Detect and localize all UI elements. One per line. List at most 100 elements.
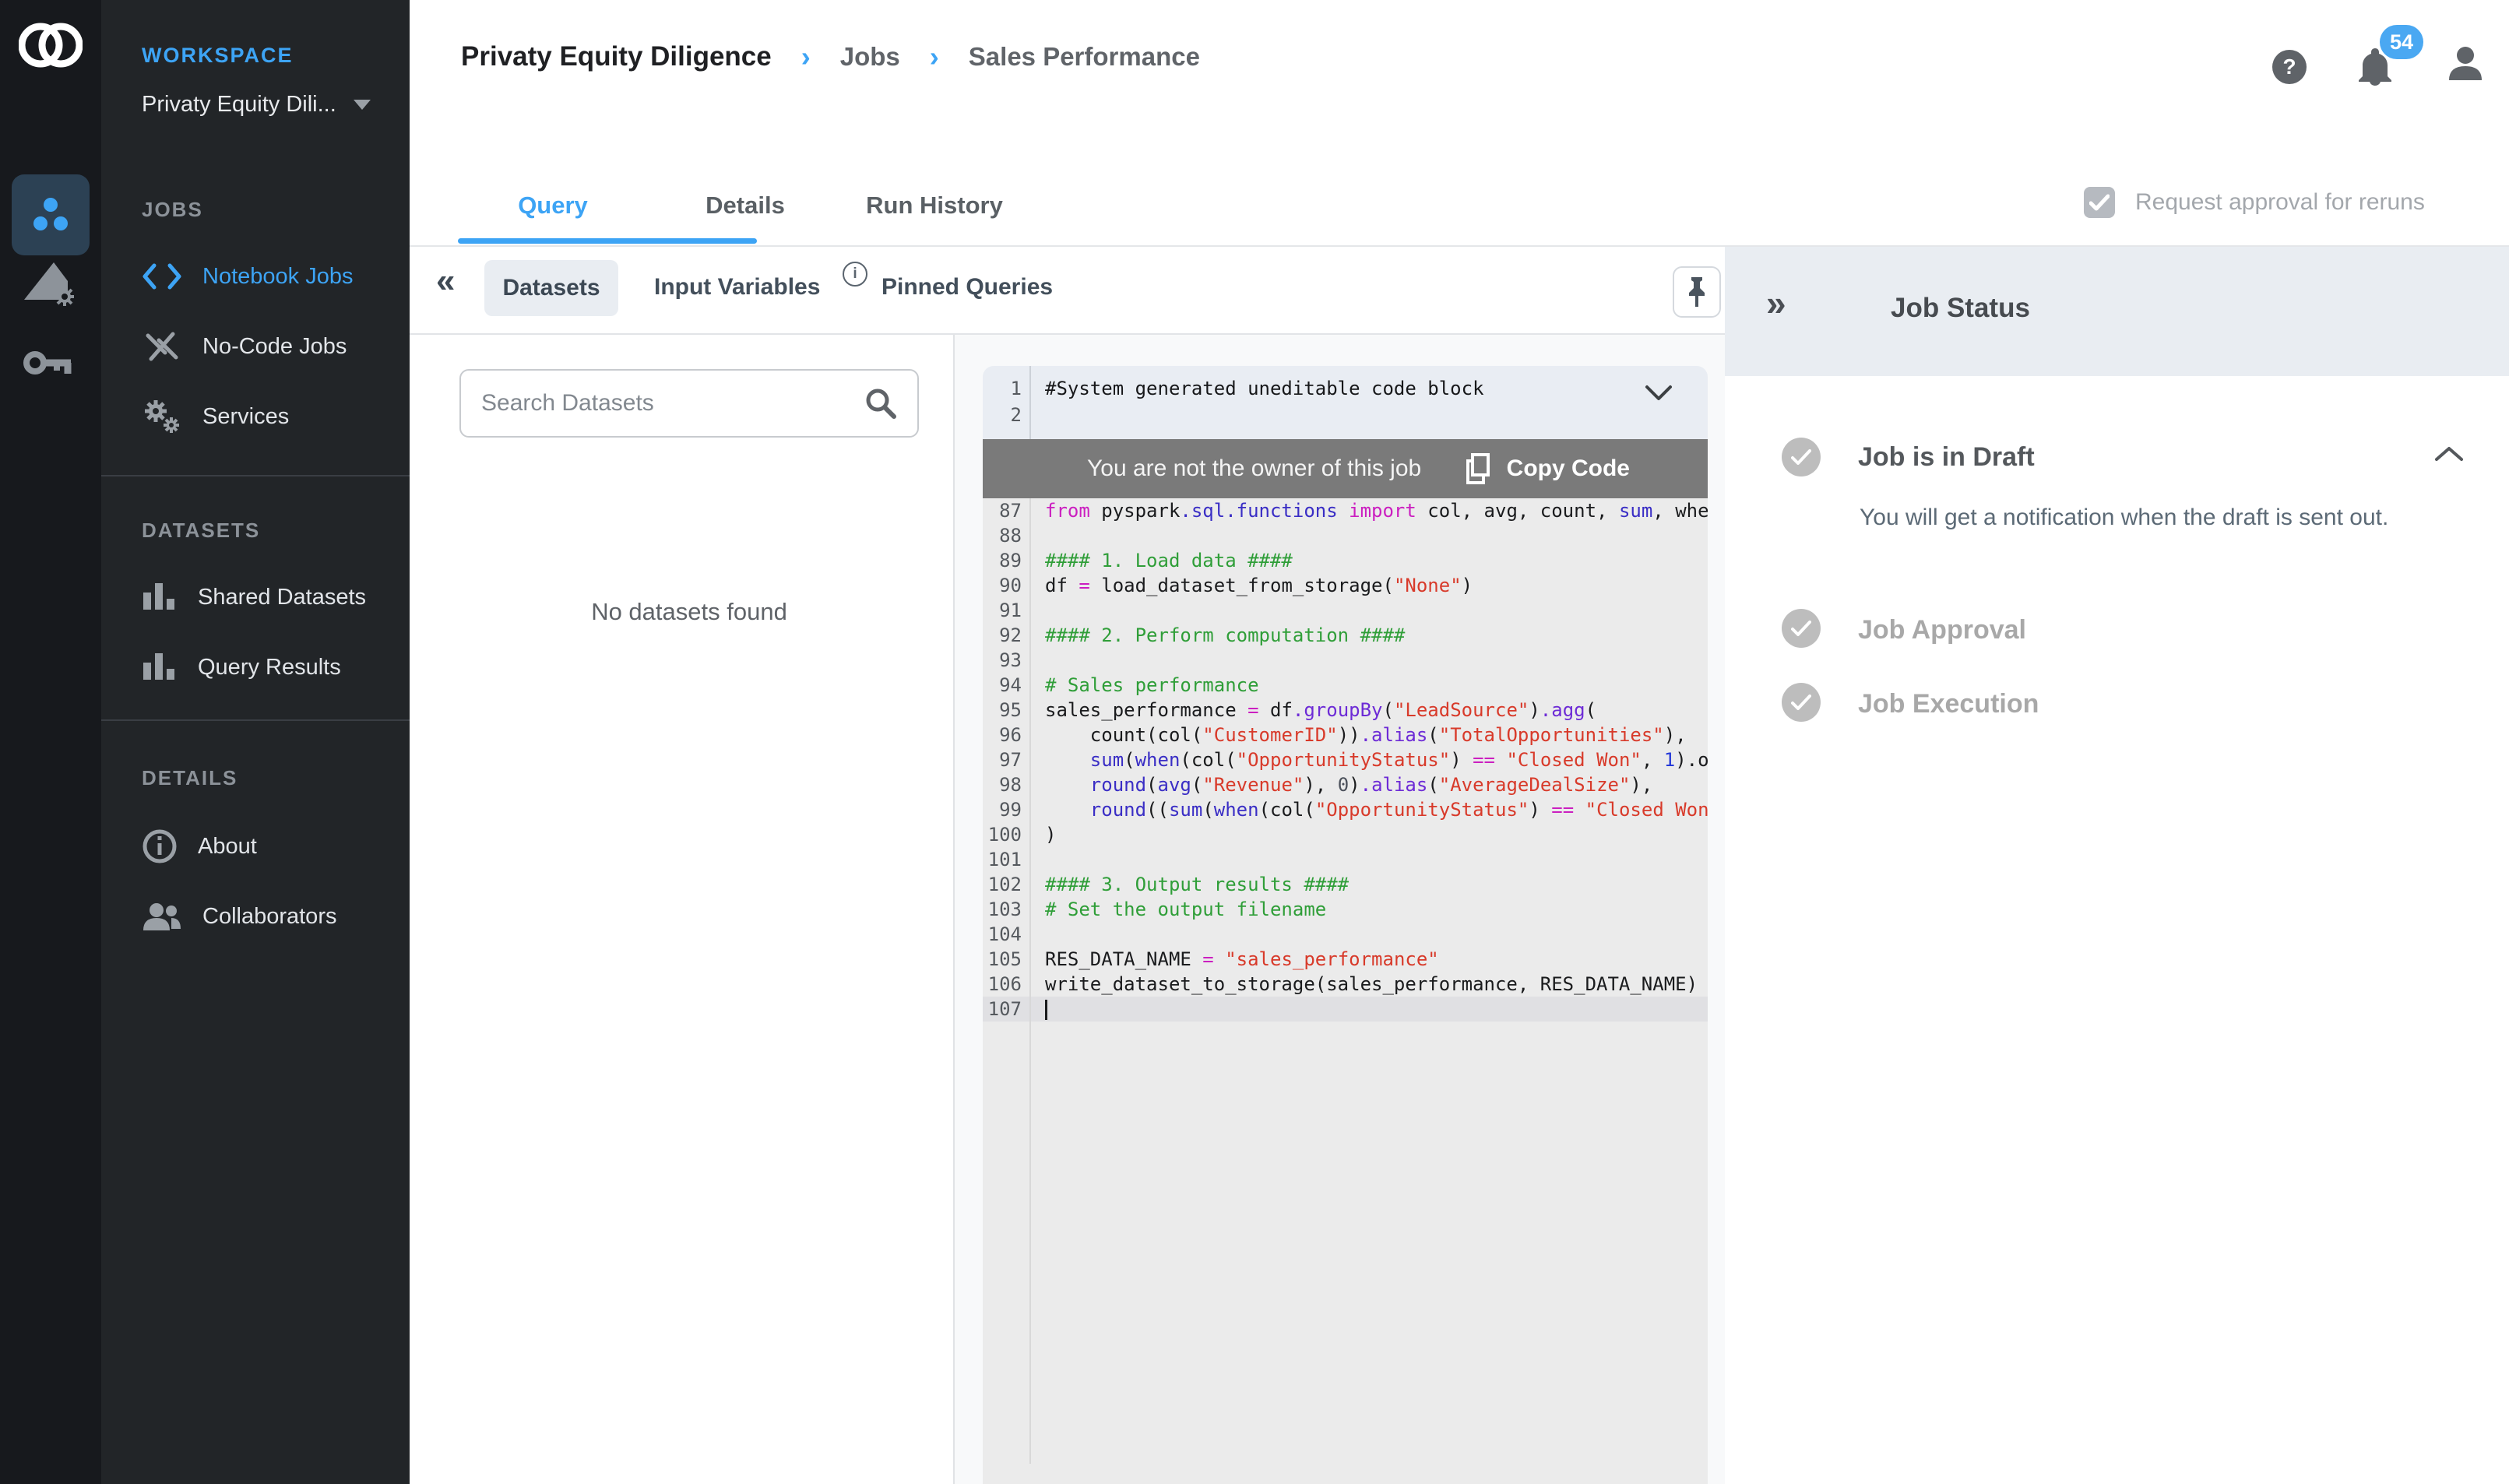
gutter-separator <box>1029 366 1031 439</box>
code-line[interactable]: 98 round(avg("Revenue"), 0).alias("Avera… <box>983 772 1708 797</box>
app-logo[interactable] <box>19 17 83 73</box>
rail-item-access-keys[interactable] <box>22 339 78 386</box>
code-line[interactable]: 91 <box>983 598 1708 623</box>
sidebar-item-collaborators[interactable]: Collaborators <box>142 894 399 939</box>
tab-details[interactable]: Details <box>683 192 808 220</box>
job-status-title: Job Status <box>1891 293 2030 324</box>
app-window: WORKSPACE Privaty Equity Dili... JOBS No… <box>0 0 2509 1484</box>
code-line[interactable]: 107 <box>983 997 1708 1022</box>
step-label-draft[interactable]: Job is in Draft <box>1858 442 2035 473</box>
text-cursor <box>1045 1000 1047 1020</box>
sidebar-item-services[interactable]: Services <box>142 394 399 439</box>
collapse-panel-button[interactable]: « <box>436 262 455 301</box>
breadcrumb-project[interactable]: Privaty Equity Diligence <box>461 41 772 72</box>
help-button[interactable]: ? <box>2271 48 2308 90</box>
code-line[interactable]: 99 round((sum(when(col("OpportunityStatu… <box>983 797 1708 822</box>
sidebar: WORKSPACE Privaty Equity Dili... JOBS No… <box>101 0 410 1484</box>
search-icon[interactable] <box>864 387 897 420</box>
breadcrumb-separator-icon: › <box>801 40 811 73</box>
chevron-down-icon <box>354 100 371 110</box>
breadcrumb-current: Sales Performance <box>969 42 1200 72</box>
code-editor[interactable]: 87from pyspark.sql.functions import col,… <box>983 498 1708 1484</box>
subnav-item-datasets[interactable]: Datasets <box>484 260 618 316</box>
step-label-execution[interactable]: Job Execution <box>1858 689 2039 719</box>
subnav-item-label: Datasets <box>502 275 600 301</box>
bar-chart-icon <box>142 652 178 683</box>
person-icon <box>2445 44 2486 84</box>
sidebar-item-label: Shared Datasets <box>198 585 366 610</box>
section-label-jobs: JOBS <box>142 198 203 222</box>
banner-message: You are not the owner of this job <box>1087 455 1421 482</box>
code-line[interactable]: 103# Set the output filename <box>983 897 1708 922</box>
search-input[interactable]: Search Datasets <box>459 369 919 438</box>
tab-query[interactable]: Query <box>491 192 615 220</box>
account-button[interactable] <box>2445 44 2486 88</box>
rail-item-analytics[interactable] <box>22 258 78 310</box>
system-code-line: 1#System generated uneditable code block <box>983 375 1708 402</box>
sidebar-item-label: About <box>198 834 257 860</box>
code-line[interactable]: 92#### 2. Perform computation #### <box>983 623 1708 648</box>
icon-rail <box>0 0 101 1484</box>
info-icon <box>142 828 178 864</box>
workspace-selector[interactable]: Privaty Equity Dili... <box>142 92 399 118</box>
expand-system-block-button[interactable] <box>1645 385 1673 406</box>
code-line[interactable]: 94# Sales performance <box>983 673 1708 698</box>
step-circle-execution <box>1782 683 1821 722</box>
sidebar-item-no-code-jobs[interactable]: No-Code Jobs <box>142 324 399 369</box>
sidebar-item-notebook-jobs[interactable]: Notebook Jobs <box>142 254 399 299</box>
analytics-mountain-gear-icon <box>23 259 77 309</box>
key-icon <box>23 341 77 385</box>
code-line[interactable]: 88 <box>983 523 1708 548</box>
pin-panel-button[interactable] <box>1673 266 1721 318</box>
people-icon <box>142 901 182 932</box>
sidebar-item-shared-datasets[interactable]: Shared Datasets <box>142 575 399 620</box>
code-line[interactable]: 100) <box>983 822 1708 847</box>
notification-badge: 54 <box>2380 25 2423 59</box>
empty-state-message: No datasets found <box>459 598 919 626</box>
step-description-draft: You will get a notification when the dra… <box>1860 505 2483 531</box>
sidebar-item-label: Services <box>202 404 289 430</box>
subnav-item-input-variables[interactable]: Input Variables <box>654 274 820 301</box>
breadcrumb-jobs[interactable]: Jobs <box>840 42 900 72</box>
sidebar-item-query-results[interactable]: Query Results <box>142 645 399 690</box>
sidebar-item-about[interactable]: About <box>142 824 399 869</box>
svg-text:?: ? <box>2282 55 2296 79</box>
help-icon: ? <box>2271 48 2308 86</box>
interlocked-circles-icon <box>19 17 83 73</box>
request-approval-toggle[interactable]: Request approval for reruns <box>2084 187 2425 218</box>
sidebar-divider <box>101 719 410 721</box>
system-code-block[interactable]: 1#System generated uneditable code block… <box>983 366 1708 439</box>
code-line[interactable]: 102#### 3. Output results #### <box>983 872 1708 897</box>
code-line[interactable]: 90df = load_dataset_from_storage("None") <box>983 573 1708 598</box>
sidebar-item-label: Collaborators <box>202 904 336 930</box>
subnav-item-pinned-queries[interactable]: Pinned Queries <box>881 274 1053 301</box>
copy-code-button[interactable]: Copy Code <box>1465 453 1630 484</box>
search-placeholder: Search Datasets <box>481 390 654 417</box>
chevron-up-icon[interactable] <box>2434 445 2464 466</box>
code-line[interactable]: 97 sum(when(col("OpportunityStatus") == … <box>983 747 1708 772</box>
gutter-separator <box>1029 498 1031 1464</box>
checkbox-checked-icon[interactable] <box>2084 187 2115 218</box>
code-line[interactable]: 87from pyspark.sql.functions import col,… <box>983 498 1708 523</box>
code-line[interactable]: 106write_dataset_to_storage(sales_perfor… <box>983 972 1708 997</box>
code-line[interactable]: 95sales_performance = df.groupBy("LeadSo… <box>983 698 1708 723</box>
code-line[interactable]: 93 <box>983 648 1708 673</box>
section-label-details: DETAILS <box>142 766 238 790</box>
code-line[interactable]: 101 <box>983 847 1708 872</box>
code-line[interactable]: 89#### 1. Load data #### <box>983 548 1708 573</box>
pushpin-icon <box>1684 276 1710 308</box>
rail-item-jobs-active[interactable] <box>12 174 90 255</box>
bar-chart-icon <box>142 582 178 613</box>
code-line[interactable]: 105RES_DATA_NAME = "sales_performance" <box>983 947 1708 972</box>
copy-icon <box>1465 453 1491 484</box>
sidebar-item-label: Notebook Jobs <box>202 264 353 290</box>
code-line[interactable]: 96 count(col("CustomerID")).alias("Total… <box>983 723 1708 747</box>
step-circle-draft <box>1782 438 1821 476</box>
workspace-name: Privaty Equity Dili... <box>142 92 336 118</box>
cluster-dots-icon <box>30 196 71 234</box>
tab-run-history[interactable]: Run History <box>837 192 1032 220</box>
collapse-job-status-button[interactable]: » <box>1766 282 1786 324</box>
step-label-approval[interactable]: Job Approval <box>1858 615 2026 645</box>
code-line[interactable]: 104 <box>983 922 1708 947</box>
info-icon[interactable]: i <box>843 262 867 287</box>
